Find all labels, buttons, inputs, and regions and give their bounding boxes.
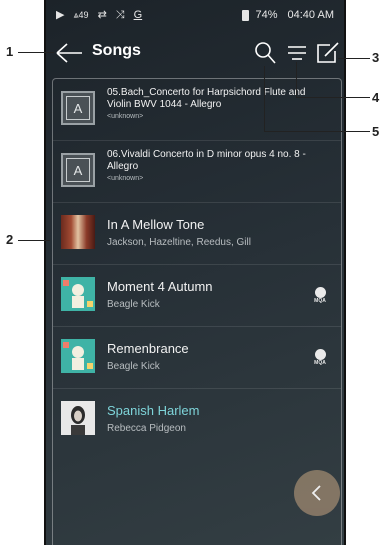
- callout-number-2: 2: [6, 232, 14, 247]
- beagle-kick-cover: [61, 339, 95, 373]
- now-playing-button[interactable]: [294, 470, 340, 516]
- battery-percent: 74%: [255, 9, 278, 21]
- shuffle-icon: ⤨: [115, 8, 125, 21]
- mqa-icon: [314, 349, 326, 360]
- back-arrow-icon[interactable]: [54, 42, 84, 64]
- play-icon: ▶: [56, 8, 65, 21]
- callout-line-4: [296, 97, 370, 98]
- callout-number-3: 3: [372, 50, 380, 65]
- album-art: [61, 339, 95, 373]
- song-title: Remenbrance: [107, 341, 189, 356]
- chevron-left-icon: [311, 485, 321, 501]
- song-artist: Beagle Kick: [107, 299, 160, 310]
- callout-line-5: [264, 131, 370, 132]
- callout-line-5-vertical: [264, 66, 265, 131]
- album-art: A: [61, 153, 95, 187]
- device-screen: ▶ ⩓49 ⇄ ⤨ G 74% 04:40 AM Songs A 05.Bach…: [44, 0, 346, 545]
- battery-icon: [242, 9, 250, 21]
- album-art: [61, 401, 95, 435]
- song-artist: <unknown>: [107, 175, 144, 182]
- page-title: Songs: [92, 42, 141, 59]
- song-row-playing[interactable]: Spanish Harlem Rebecca Pidgeon: [53, 389, 341, 451]
- callout-line-3: [338, 58, 370, 59]
- select-edit-icon[interactable]: [314, 40, 340, 66]
- sort-menu-icon[interactable]: [284, 40, 310, 66]
- repeat-icon: ⇄: [97, 8, 107, 21]
- generic-album-icon: A: [66, 96, 90, 120]
- song-artist: Jackson, Hazeltine, Reedus, Gill: [107, 237, 251, 248]
- mqa-badge: MQA: [313, 349, 327, 367]
- callout-number-5: 5: [372, 124, 380, 139]
- song-title: In A Mellow Tone: [107, 217, 205, 232]
- callout-number-4: 4: [372, 90, 380, 105]
- song-artist: Rebecca Pidgeon: [107, 423, 186, 434]
- callout-line-2: [18, 240, 50, 241]
- song-title: 06.Vivaldi Concerto in D minor opus 4 no…: [107, 149, 306, 172]
- status-bar: ▶ ⩓49 ⇄ ⤨ G 74% 04:40 AM: [46, 0, 344, 30]
- callout-number-1: 1: [6, 44, 14, 59]
- song-artist: Beagle Kick: [107, 361, 160, 372]
- gapless-icon: G: [133, 8, 143, 21]
- mqa-icon: [314, 287, 326, 298]
- song-list[interactable]: A 05.Bach_Concerto for Harpsichord Flute…: [52, 78, 342, 545]
- album-art: A: [61, 91, 95, 125]
- callout-line-4-vertical: [296, 62, 297, 97]
- song-row[interactable]: In A Mellow Tone Jackson, Hazeltine, Ree…: [53, 203, 341, 265]
- callout-line-1: [18, 52, 54, 53]
- search-icon[interactable]: [252, 40, 278, 66]
- signal-indicator: ⩓49: [73, 9, 89, 20]
- song-row[interactable]: A 06.Vivaldi Concerto in D minor opus 4 …: [53, 141, 341, 203]
- beagle-kick-cover: [61, 277, 95, 311]
- song-artist: <unknown>: [107, 113, 144, 120]
- pidgeon-cover: [61, 401, 95, 435]
- mqa-badge: MQA: [313, 287, 327, 305]
- generic-album-icon: A: [66, 158, 90, 182]
- song-title: Moment 4 Autumn: [107, 279, 213, 294]
- album-art: [61, 215, 95, 249]
- song-title: Spanish Harlem: [107, 403, 200, 418]
- song-row[interactable]: Moment 4 Autumn Beagle Kick MQA: [53, 265, 341, 327]
- status-time: 04:40 AM: [287, 9, 334, 21]
- header-bar: Songs: [46, 30, 344, 76]
- song-title: 05.Bach_Concerto for Harpsichord Flute a…: [107, 87, 306, 110]
- album-art: [61, 277, 95, 311]
- song-row[interactable]: Remenbrance Beagle Kick MQA: [53, 327, 341, 389]
